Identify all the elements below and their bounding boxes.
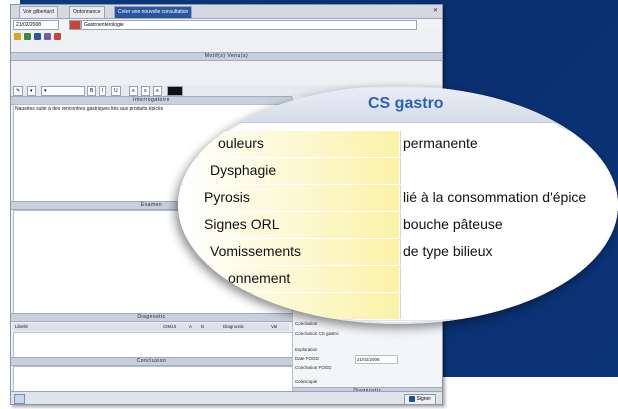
add-icon[interactable] [24,33,31,40]
lens-value-field[interactable]: de type bilieux [400,239,618,265]
col-a: A [189,324,193,329]
font-select[interactable]: ▾ [27,86,36,96]
align-left-button[interactable]: ≡ [129,86,138,96]
rp-row: Conclusion CS gastro [295,331,339,336]
sign-button[interactable]: Signer [403,394,436,404]
flag-icon[interactable] [69,20,81,30]
tab-bar: Voir gilbertard Ordonnance Créer une nou… [11,5,442,19]
align-center-button[interactable]: ≡ [141,86,150,96]
col-cim10: CIM10 [163,324,177,329]
paint-icon[interactable]: ✎ [13,86,24,96]
rp-row: Exploration [295,347,318,352]
lens-value-field[interactable] [400,293,618,319]
conclusion-textarea[interactable] [13,366,293,392]
rp-row: Date FOGD 21/02/2008 [295,354,439,364]
font-family-select[interactable]: ▾ [41,86,85,96]
diagnostic-table-header: Libellé CIM10 A D Diagnostic Val [13,323,289,331]
tab-patient[interactable]: Voir gilbertard [19,6,58,18]
user-icon[interactable] [34,33,41,40]
rp-row: Coloscopie [295,379,318,384]
lens-value-field[interactable]: permanente [400,131,618,157]
lens-row-empty [178,293,618,321]
diagnostic-list[interactable] [13,332,293,358]
lens-row-dysphagie: Dysphagie [178,158,618,186]
close-icon[interactable]: ✕ [433,7,438,14]
underline-button[interactable]: U [111,86,121,96]
italic-button[interactable]: I [99,86,107,96]
lens-row-douleurs: ouleurs permanente [178,131,618,159]
lens-row-signes-orl: Signes ORL bouche pâteuse [178,212,618,240]
lens-row-pyrosis: Pyrosis lié à la consommation d'épice [178,185,618,213]
lens-value-field[interactable] [400,158,618,184]
date-field[interactable]: 21/02/2008 [13,20,59,30]
specialty-field[interactable]: Gastroentérologie [81,20,417,30]
motif-section-header: Motif(s) Venu(s) [11,52,442,61]
col-libelle: Libellé [15,324,29,329]
lens-row-etat: onnement [178,266,618,294]
star-icon[interactable] [14,33,21,40]
tab-ordonnance[interactable]: Ordonnance [69,6,105,18]
conclusion-section-header: Conclusion [11,357,292,366]
lens-title-bar: CS gastro [178,88,618,123]
magnifier-lens: CS gastro ouleurs permanente Dysphagie P… [178,86,618,324]
lens-title: CS gastro [368,95,444,112]
sign-icon [408,395,415,402]
align-right-button[interactable]: ≡ [153,86,162,96]
toolbar [11,31,442,43]
col-val: Val [271,324,278,329]
lens-value-field[interactable] [400,266,618,292]
tab-new-consultation[interactable]: Créer une nouvelle consultation [114,6,193,18]
lens-value-field[interactable]: bouche pâteuse [400,212,618,238]
lens-value-field[interactable]: lié à la consommation d'épice [400,185,618,211]
rp-row: Conclusion FOGD [295,365,332,370]
col-d: D [201,324,205,329]
window-icon[interactable] [14,394,25,404]
print-icon[interactable] [44,33,51,40]
lens-row-vomissements: Vomissements de type bilieux [178,239,618,267]
consultation-header-row: 21/02/2008 Gastroentérologie [11,19,442,30]
bold-button[interactable]: B [87,86,97,96]
status-bar: Signer [11,391,442,404]
col-diagnostic: Diagnostic [223,324,245,329]
delete-icon[interactable] [54,33,61,40]
